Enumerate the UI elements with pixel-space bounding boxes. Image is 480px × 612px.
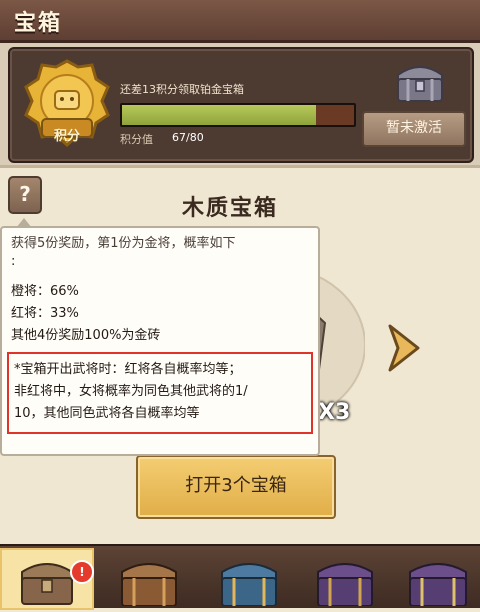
progress-fill [122,105,317,125]
title-bar: 宝箱 [0,0,480,43]
points-hint: 还差13积分领取铂金宝箱 [120,83,244,96]
tooltip-line: : [11,254,16,269]
tooltip-cut-line: 获得5份奖励，第1份为金将，概率如下 [11,236,236,251]
help-button[interactable]: ? [8,176,42,214]
tooltip-line: 橙将：66% [11,284,79,299]
tooltip-line: 红将：33% [11,306,79,321]
chest-slot-blue[interactable] [204,548,294,607]
points-panel: 积分 还差13积分领取铂金宝箱 积分值 67/80 暂未激活 [0,43,480,168]
platinum-inactive-button[interactable]: 暂未激活 [362,111,466,147]
tooltip-line: 其他4份奖励100%为金砖 [11,328,161,343]
tooltip-pointer [16,218,32,228]
chest-slot-purple-2[interactable] [396,548,480,607]
points-panel-inner: 积分 还差13积分领取铂金宝箱 积分值 67/80 暂未激活 [8,47,474,163]
score-label: 积分值 [120,133,153,146]
points-progress-bar [120,103,356,127]
page-title: 宝箱 [14,11,63,36]
chest-title: 木质宝箱 [182,196,279,221]
next-chest-arrow-icon[interactable] [384,320,424,376]
points-medal-icon: 积分 [22,57,112,153]
chest-slot-bronze[interactable] [104,548,194,607]
platinum-chest-icon [390,57,450,105]
chest-slot-purple[interactable] [300,548,390,607]
rule-line: 10，其他同色武将各自概率均等 [14,406,200,421]
chest-multiplier: X3 [318,400,351,425]
probability-tooltip: 获得5份奖励，第1份为金将，概率如下 : 橙将：66% 红将：33% 其他4份奖… [0,218,320,456]
rule-line: 非红将中，女将概率为同色其他武将的1/ [14,384,248,399]
progress-remaining [316,105,354,125]
medal-label: 积分 [53,129,80,144]
highlighted-rule-box: *宝箱开出武将时：红将各自概率均等； 非红将中，女将概率为同色其他武将的1/ 1… [7,352,313,434]
score-value: 67/80 [172,131,204,144]
new-badge: ! [70,560,94,584]
open-chests-button[interactable]: 打开3个宝箱 [136,455,336,519]
rule-line: *宝箱开出武将时：红将各自概率均等； [14,362,242,377]
